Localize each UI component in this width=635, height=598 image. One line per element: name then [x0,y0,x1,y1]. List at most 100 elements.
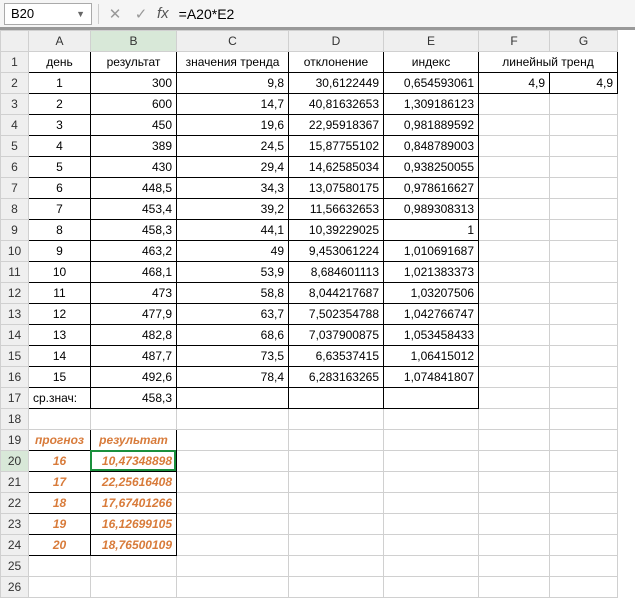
cell-r23-3[interactable] [479,514,550,535]
cell-B15[interactable]: 487,7 [91,346,177,367]
cell-r21-0[interactable] [177,472,289,493]
name-box[interactable]: B20 ▼ [4,3,92,25]
cell-A14[interactable]: 13 [29,325,91,346]
cell-F17[interactable] [479,388,550,409]
cell-F5[interactable] [479,136,550,157]
cell-E6[interactable]: 0,938250055 [384,157,479,178]
row-header-23[interactable]: 23 [1,514,29,535]
cell-E2[interactable]: 0,654593061 [384,73,479,94]
row-header-1[interactable]: 1 [1,52,29,73]
cell-B6[interactable]: 430 [91,157,177,178]
cell-r25-3[interactable] [289,556,384,577]
row-header-15[interactable]: 15 [1,346,29,367]
column-header-D[interactable]: D [289,31,384,52]
row-header-14[interactable]: 14 [1,325,29,346]
row-header-24[interactable]: 24 [1,535,29,556]
spreadsheet-grid[interactable]: ABCDEFG 1деньрезультатзначения трендаотк… [0,30,635,598]
header-lintrend[interactable]: линейный тренд [479,52,618,73]
cell-F11[interactable] [479,262,550,283]
cell-E11[interactable]: 1,021383373 [384,262,479,283]
cell-r26-2[interactable] [177,577,289,598]
cell-C2[interactable]: 9,8 [177,73,289,94]
cell-r24-4[interactable] [550,535,618,556]
cell-F9[interactable] [479,220,550,241]
row-header-22[interactable]: 22 [1,493,29,514]
cell-r20-2[interactable] [384,451,479,472]
prognoz-A20[interactable]: 16 [29,451,91,472]
cell-C8[interactable]: 39,2 [177,199,289,220]
cell-A6[interactable]: 5 [29,157,91,178]
column-header-A[interactable]: A [29,31,91,52]
prognoz-B21[interactable]: 22,25616408 [91,472,177,493]
formula-input[interactable] [175,3,631,25]
prognoz-A22[interactable]: 18 [29,493,91,514]
cell-C6[interactable]: 29,4 [177,157,289,178]
cell-r22-0[interactable] [177,493,289,514]
cell-B4[interactable]: 450 [91,115,177,136]
row-header-2[interactable]: 2 [1,73,29,94]
prognoz-B24[interactable]: 18,76500109 [91,535,177,556]
cell-G5[interactable] [550,136,618,157]
cell-C17[interactable] [177,388,289,409]
row-header-21[interactable]: 21 [1,472,29,493]
cell-C5[interactable]: 24,5 [177,136,289,157]
cell-G13[interactable] [550,304,618,325]
column-header-E[interactable]: E [384,31,479,52]
column-header-B[interactable]: B [91,31,177,52]
cell-D12[interactable]: 8,044217687 [289,283,384,304]
cell-A10[interactable]: 9 [29,241,91,262]
cell-G15[interactable] [550,346,618,367]
cell-C7[interactable]: 34,3 [177,178,289,199]
cell-r20-1[interactable] [289,451,384,472]
cell-D9[interactable]: 10,39229025 [289,220,384,241]
cell-D10[interactable]: 9,453061224 [289,241,384,262]
prognoz-B23[interactable]: 16,12699105 [91,514,177,535]
cell-r18-2[interactable] [177,409,289,430]
cell-r19-3[interactable] [479,430,550,451]
cell-B12[interactable]: 473 [91,283,177,304]
cell-C10[interactable]: 49 [177,241,289,262]
cell-B3[interactable]: 600 [91,94,177,115]
cell-G3[interactable] [550,94,618,115]
cell-B9[interactable]: 458,3 [91,220,177,241]
confirm-icon[interactable]: ✓ [131,4,151,24]
row-header-8[interactable]: 8 [1,199,29,220]
cell-D4[interactable]: 22,95918367 [289,115,384,136]
cell-r24-1[interactable] [289,535,384,556]
cell-A11[interactable]: 10 [29,262,91,283]
cell-G16[interactable] [550,367,618,388]
cell-r19-4[interactable] [550,430,618,451]
row-header-17[interactable]: 17 [1,388,29,409]
header-dev[interactable]: отклонение [289,52,384,73]
cell-C9[interactable]: 44,1 [177,220,289,241]
cell-r24-0[interactable] [177,535,289,556]
cell-r20-0[interactable] [177,451,289,472]
cell-r26-4[interactable] [384,577,479,598]
cell-r19-0[interactable] [177,430,289,451]
prognoz-A23[interactable]: 19 [29,514,91,535]
cell-G10[interactable] [550,241,618,262]
row-header-5[interactable]: 5 [1,136,29,157]
cell-B7[interactable]: 448,5 [91,178,177,199]
cell-r21-4[interactable] [550,472,618,493]
cell-r25-4[interactable] [384,556,479,577]
cell-D16[interactable]: 6,283163265 [289,367,384,388]
cell-D7[interactable]: 13,07580175 [289,178,384,199]
name-box-dropdown-icon[interactable]: ▼ [76,9,85,19]
cell-E17[interactable] [384,388,479,409]
cell-G8[interactable] [550,199,618,220]
prognoz-B20[interactable]: 10,47348898 [91,451,177,472]
cancel-icon[interactable]: ✕ [105,4,125,24]
cell-E7[interactable]: 0,978616627 [384,178,479,199]
cell-r20-3[interactable] [479,451,550,472]
cell-D13[interactable]: 7,502354788 [289,304,384,325]
cell-F8[interactable] [479,199,550,220]
cell-B13[interactable]: 477,9 [91,304,177,325]
cell-B14[interactable]: 482,8 [91,325,177,346]
cell-B2[interactable]: 300 [91,73,177,94]
avg-value[interactable]: 458,3 [91,388,177,409]
cell-r26-6[interactable] [550,577,618,598]
cell-G9[interactable] [550,220,618,241]
cell-r25-6[interactable] [550,556,618,577]
row-header-3[interactable]: 3 [1,94,29,115]
